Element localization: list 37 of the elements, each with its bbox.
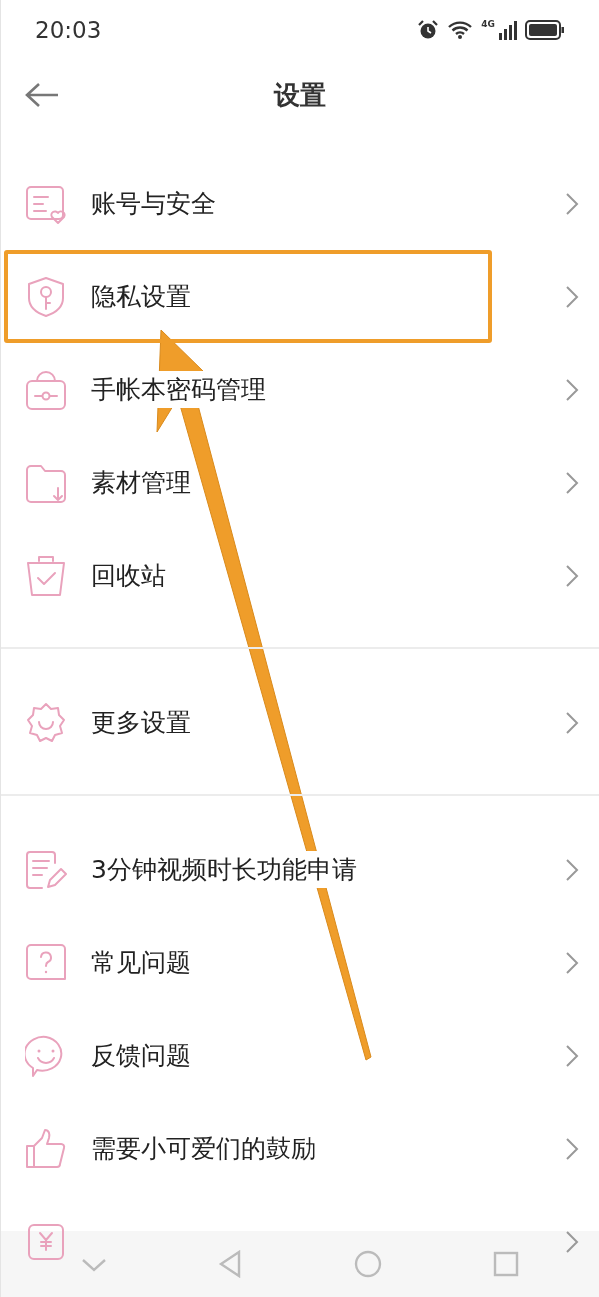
status-time: 20:03 <box>35 15 102 45</box>
alarm-icon <box>417 19 440 41</box>
settings-row[interactable]: 3分钟视频时长功能申请 <box>1 823 599 916</box>
page-title: 设置 <box>274 78 326 112</box>
chevron-right-icon <box>565 1136 579 1161</box>
chevron-right-icon <box>565 377 579 402</box>
recents-nav-button[interactable] <box>493 1251 520 1277</box>
signal-icon <box>499 20 517 40</box>
row-label: 3分钟视频时长功能申请 <box>91 850 357 889</box>
chevron-right-icon <box>565 950 579 975</box>
battery-icon <box>525 20 565 40</box>
chevron-right-icon <box>565 857 579 882</box>
back-nav-button[interactable] <box>218 1250 243 1278</box>
lock-box-icon <box>25 368 67 411</box>
settings-row[interactable]: 需要小可爱们的鼓励 <box>1 1102 599 1195</box>
bin-check-icon <box>25 554 67 597</box>
chevron-right-icon <box>565 284 579 309</box>
row-label: 手帐本密码管理 <box>91 370 266 409</box>
shield-key-icon <box>25 275 67 318</box>
chevron-right-icon <box>565 470 579 495</box>
settings-row[interactable]: 手帐本密码管理 <box>1 343 599 436</box>
back-button[interactable] <box>25 82 59 108</box>
chevron-right-icon <box>565 710 579 735</box>
home-nav-button[interactable] <box>353 1250 382 1278</box>
chevron-right-icon <box>565 1043 579 1068</box>
settings-row[interactable]: 常见问题 <box>1 916 599 1009</box>
settings-row[interactable]: 反馈问题 <box>1 1009 599 1102</box>
network-type: 4G <box>481 20 495 29</box>
smiley-gear-icon <box>25 701 67 744</box>
chevron-right-icon <box>565 1229 579 1254</box>
thumbs-up-icon <box>25 1127 67 1170</box>
settings-row[interactable]: 账号与安全 <box>1 157 599 250</box>
wifi-icon <box>447 20 474 40</box>
chevron-right-icon <box>565 191 579 216</box>
edit-document-icon <box>25 848 67 891</box>
chevron-right-icon <box>565 563 579 588</box>
settings-row[interactable]: 隐私设置 <box>1 250 599 343</box>
